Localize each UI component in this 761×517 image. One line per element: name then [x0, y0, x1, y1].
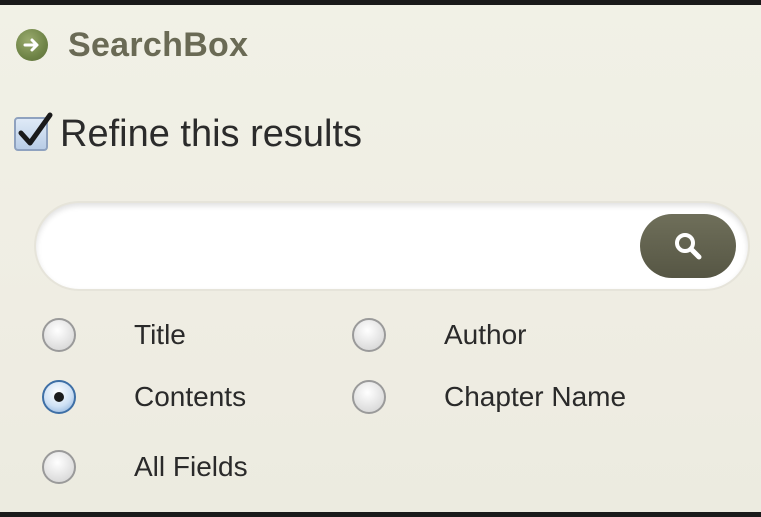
option-label: Contents [134, 381, 247, 412]
radio-all-fields[interactable] [42, 450, 76, 484]
option-author[interactable]: Author [352, 305, 527, 365]
option-label: All Fields [134, 451, 248, 482]
search-button[interactable] [640, 214, 736, 278]
search-field-options: Title Author Contents Chapter Name All F… [0, 305, 761, 505]
option-title[interactable]: Title [42, 305, 186, 365]
option-chapter-name[interactable]: Chapter Name [352, 367, 626, 427]
option-all-fields[interactable]: All Fields [42, 437, 248, 497]
panel-title: SearchBox [68, 25, 249, 64]
search-input[interactable] [76, 215, 640, 277]
panel-header: SearchBox [16, 23, 248, 67]
option-contents[interactable]: Contents [42, 367, 246, 427]
arrow-right-circle-icon [16, 29, 48, 61]
option-label: Chapter Name [444, 381, 627, 412]
search-field [36, 203, 748, 289]
option-label: Author [444, 319, 527, 350]
radio-title[interactable] [42, 318, 76, 352]
checkmark-icon [18, 112, 53, 146]
radio-selected-dot [54, 392, 64, 402]
search-icon [675, 233, 702, 260]
radio-contents[interactable] [42, 380, 76, 414]
refine-results-label: Refine this results [60, 112, 363, 155]
option-label: Title [134, 319, 186, 350]
refine-results-row[interactable]: Refine this results [14, 108, 362, 160]
refine-results-checkbox[interactable] [14, 112, 53, 151]
searchbox-panel: SearchBox Refine this results Title Auth… [0, 5, 761, 512]
radio-chapter-name[interactable] [352, 380, 386, 414]
radio-author[interactable] [352, 318, 386, 352]
